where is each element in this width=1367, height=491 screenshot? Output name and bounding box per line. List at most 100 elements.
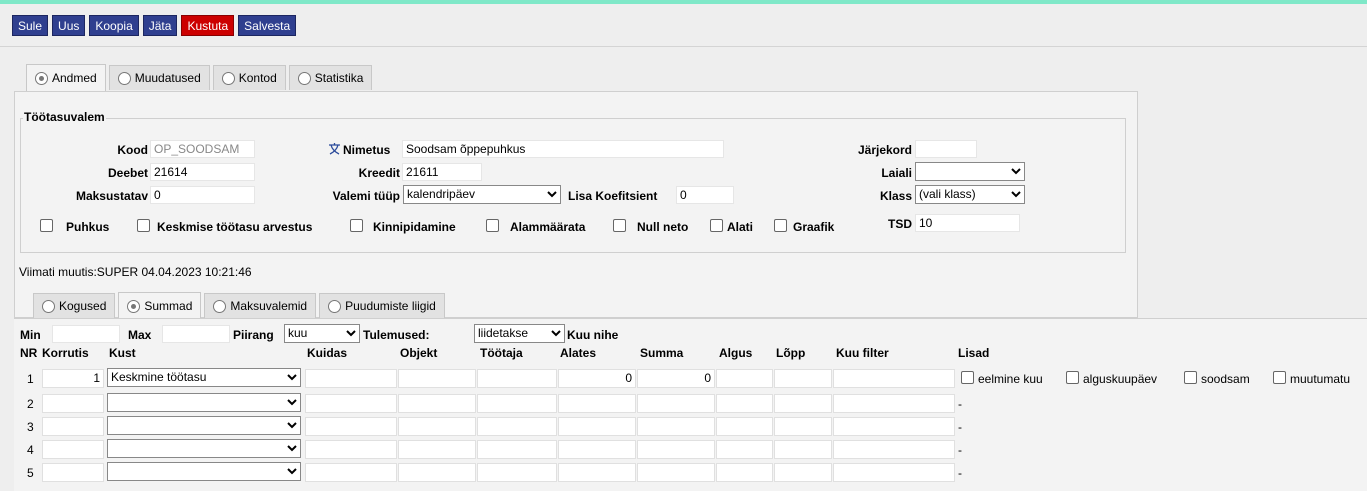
tsd-label: TSD: [888, 217, 912, 231]
col-nr: NR: [20, 346, 38, 360]
delete-button[interactable]: Kustuta: [181, 15, 235, 36]
korrutis-field[interactable]: [42, 463, 104, 482]
algus-field[interactable]: [716, 394, 773, 413]
objekt-field[interactable]: [398, 440, 476, 459]
objekt-field[interactable]: [398, 463, 476, 482]
deebet-field[interactable]: 21614: [150, 163, 255, 181]
save-button[interactable]: Salvesta: [238, 15, 297, 36]
kust-select[interactable]: [107, 393, 301, 412]
tulemused-select[interactable]: liidetakse: [474, 324, 565, 343]
jarjekord-field[interactable]: [915, 140, 977, 158]
alati-label: Alati: [727, 220, 754, 234]
korrutis-field[interactable]: [42, 440, 104, 459]
kuidas-field[interactable]: [305, 463, 397, 482]
close-button[interactable]: Sule: [12, 15, 49, 36]
kood-field[interactable]: OP_SOODSAM: [150, 140, 255, 158]
kuu-filter-field[interactable]: [833, 417, 955, 436]
tab-andmed[interactable]: Andmed: [26, 64, 106, 91]
algus-field[interactable]: [716, 369, 773, 388]
lisa-koefitsient-field[interactable]: 0: [676, 186, 734, 204]
tab-statistika[interactable]: Statistika: [288, 65, 373, 90]
kinnipidamine-checkbox[interactable]: [350, 219, 363, 232]
summa-field[interactable]: [637, 463, 715, 482]
summa-field[interactable]: [637, 417, 715, 436]
kuidas-field[interactable]: [305, 440, 397, 459]
kuu-filter-field[interactable]: [833, 440, 955, 459]
tab-maksuvalemid[interactable]: Maksuvalemid: [204, 293, 317, 318]
summa-field[interactable]: [637, 394, 715, 413]
alates-field[interactable]: [558, 417, 636, 436]
korrutis-field[interactable]: [42, 394, 104, 413]
max-field[interactable]: [162, 325, 230, 343]
valemi-tyyp-select[interactable]: kalendripäev: [403, 185, 561, 204]
eelmine-kuu-label: eelmine kuu: [978, 372, 1043, 386]
valemi-tyyp-label: Valemi tüüp: [332, 189, 400, 203]
alates-field[interactable]: [558, 440, 636, 459]
graafik-checkbox[interactable]: [774, 219, 787, 232]
alguskuupaev-checkbox[interactable]: [1066, 371, 1079, 384]
chevron-down-icon: [287, 468, 297, 475]
tootaja-field[interactable]: [477, 369, 557, 388]
tab-muudatused[interactable]: Muudatused: [108, 65, 210, 90]
kust-select[interactable]: [107, 416, 301, 435]
tab-summad[interactable]: Summad: [118, 292, 202, 319]
row-nr: 5: [27, 466, 34, 480]
tootaja-field[interactable]: [477, 440, 557, 459]
lopp-field[interactable]: [774, 440, 832, 459]
alammaarata-checkbox[interactable]: [486, 219, 499, 232]
kuu-filter-field[interactable]: [833, 369, 955, 388]
lopp-field[interactable]: [774, 394, 832, 413]
lopp-field[interactable]: [774, 417, 832, 436]
alates-field[interactable]: [558, 463, 636, 482]
kuu-filter-field[interactable]: [833, 463, 955, 482]
piirang-select[interactable]: kuu: [284, 324, 360, 343]
alates-field[interactable]: [558, 394, 636, 413]
tab-puudumiste-liigid[interactable]: Puudumiste liigid: [319, 293, 445, 318]
lisad-value: -: [958, 420, 962, 434]
translate-icon[interactable]: [328, 142, 341, 155]
tsd-field[interactable]: 10: [915, 214, 1020, 232]
muutumatu-checkbox[interactable]: [1273, 371, 1286, 384]
kust-select[interactable]: [107, 439, 301, 458]
korrutis-field[interactable]: [42, 417, 104, 436]
summa-field[interactable]: 0: [637, 369, 715, 388]
objekt-field[interactable]: [398, 369, 476, 388]
soodsam-checkbox[interactable]: [1184, 371, 1197, 384]
tootaja-field[interactable]: [477, 417, 557, 436]
kust-select[interactable]: [107, 462, 301, 481]
min-field[interactable]: [52, 325, 120, 343]
keskmise-checkbox[interactable]: [137, 219, 150, 232]
alati-checkbox[interactable]: [710, 219, 723, 232]
maksustatav-field[interactable]: 0: [150, 186, 255, 204]
klass-select[interactable]: (vali klass): [915, 185, 1025, 204]
new-button[interactable]: Uus: [52, 15, 86, 36]
lopp-field[interactable]: [774, 463, 832, 482]
kuidas-field[interactable]: [305, 417, 397, 436]
tab-kontod[interactable]: Kontod: [212, 65, 286, 90]
copy-button[interactable]: Koopia: [89, 15, 139, 36]
tab-kogused[interactable]: Kogused: [33, 293, 116, 318]
tootaja-field[interactable]: [477, 463, 557, 482]
nimetus-field[interactable]: Soodsam õppepuhkus: [402, 140, 724, 158]
null-neto-checkbox[interactable]: [613, 219, 626, 232]
lopp-field[interactable]: [774, 369, 832, 388]
alates-field[interactable]: 0: [558, 369, 636, 388]
laiali-select[interactable]: [915, 162, 1025, 181]
kuu-filter-field[interactable]: [833, 394, 955, 413]
algus-field[interactable]: [716, 417, 773, 436]
kuidas-field[interactable]: [305, 394, 397, 413]
puhkus-checkbox[interactable]: [40, 219, 53, 232]
objekt-field[interactable]: [398, 417, 476, 436]
summa-field[interactable]: [637, 440, 715, 459]
leave-button[interactable]: Jäta: [142, 15, 178, 36]
kreedit-field[interactable]: 21611: [402, 163, 482, 181]
objekt-field[interactable]: [398, 394, 476, 413]
kust-select[interactable]: Keskmine töötasu: [107, 368, 301, 387]
algus-field[interactable]: [716, 463, 773, 482]
korrutis-field[interactable]: 1: [42, 369, 104, 388]
chevron-down-icon: [1011, 191, 1021, 198]
kuidas-field[interactable]: [305, 369, 397, 388]
algus-field[interactable]: [716, 440, 773, 459]
eelmine-kuu-checkbox[interactable]: [961, 371, 974, 384]
tootaja-field[interactable]: [477, 394, 557, 413]
